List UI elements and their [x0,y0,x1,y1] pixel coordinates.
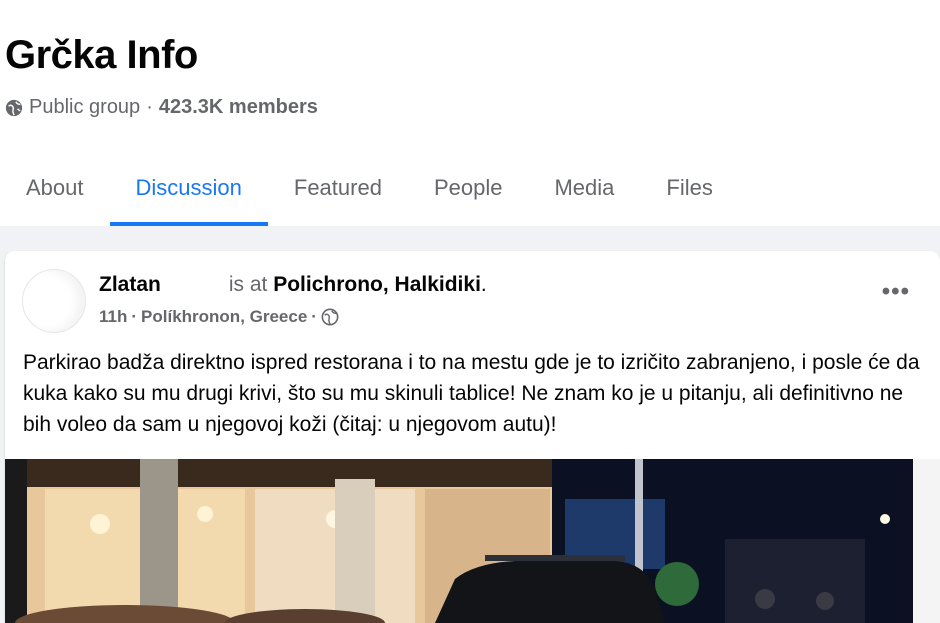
checkin-period: . [480,273,487,296]
member-count[interactable]: 423.3K members [159,96,318,119]
tab-media[interactable]: Media [528,150,640,226]
tab-files[interactable]: Files [640,150,738,226]
post-location[interactable]: Políkhronon, Greece [141,307,307,327]
post-meta: 11h · Políkhronon, Greece · [99,307,339,327]
meta-separator: · [311,307,317,326]
post-card: Zlatan is at Polichrono, Halkidiki. 11h ·… [5,251,940,623]
globe-icon [5,99,23,116]
post-author-line: Zlatan is at Polichrono, Halkidiki. [99,273,487,297]
group-privacy: Public group [29,96,141,118]
globe-icon[interactable] [321,308,339,326]
post-text: Parkirao badža direktno ispred restorana… [23,351,920,436]
post-photo[interactable] [5,459,940,623]
tab-featured[interactable]: Featured [268,150,408,226]
checkin-place[interactable]: Polichrono, Halkidiki [273,273,481,296]
group-tabs: About Discussion Featured People Media F… [0,150,940,226]
tab-discussion[interactable]: Discussion [109,150,269,226]
checkin-text: is at [228,273,268,296]
more-options-icon[interactable]: ••• [882,280,910,304]
meta-separator: · [146,96,153,118]
group-header: Grčka Info Public group · 423.3K members… [0,0,940,226]
post-timestamp[interactable]: 11h [99,307,127,327]
author-name[interactable]: Zlatan [99,273,161,296]
tab-people[interactable]: People [408,150,529,226]
tab-about[interactable]: About [0,150,110,226]
avatar[interactable] [22,269,86,333]
group-title: Grčka Info [5,33,198,77]
meta-separator: · [131,307,138,326]
group-meta: Public group · 423.3K members [5,96,318,119]
